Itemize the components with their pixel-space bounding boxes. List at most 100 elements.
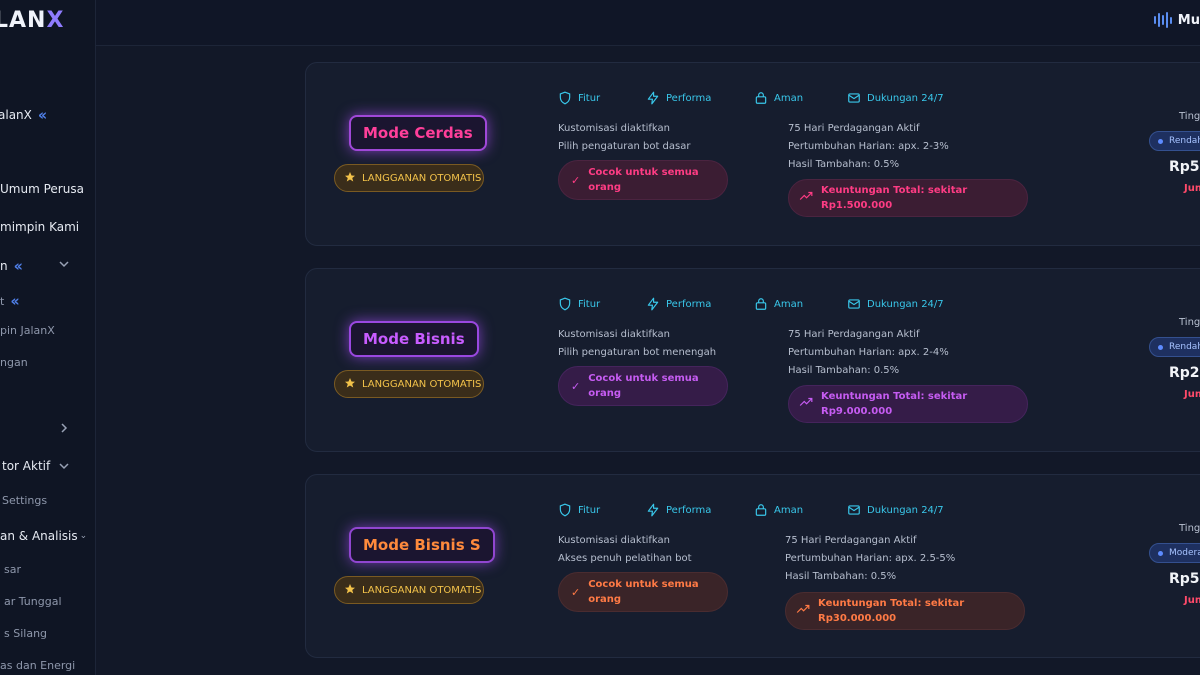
config-line: Pilih pengaturan bot menengah (558, 347, 717, 358)
subscription-badge: LANGGANAN OTOMATIS (334, 164, 484, 192)
feature-label: Aman (774, 92, 804, 104)
star-icon (344, 583, 356, 598)
feature-aman: Aman (754, 297, 847, 311)
profit-amount: Rp9.000.000 (821, 406, 893, 417)
sidebar-item-tunggal[interactable]: ar Tunggal (4, 595, 62, 608)
fit-line: Cocok untuk semua (588, 373, 699, 384)
feature-fitur: Fitur (558, 91, 646, 105)
dot-icon (1158, 550, 1163, 556)
feature-row: Fitur Performa Aman Dukungan 24/7 (558, 503, 944, 517)
lock-icon (754, 297, 768, 311)
sidebar-item-pin-jalanx[interactable]: pin JalanX (0, 324, 55, 337)
sidebar-item-sub[interactable]: t ‹‹ (0, 292, 20, 310)
logo[interactable]: LANX (0, 8, 64, 33)
trading-info: 75 Hari Perdagangan Aktif Pertumbuhan Ha… (785, 532, 955, 586)
lightning-icon (646, 503, 660, 517)
sidebar-item-label: ngan (0, 356, 28, 369)
sidebar-item-silang[interactable]: s Silang (4, 627, 47, 640)
lock-icon (754, 91, 768, 105)
sidebar-item-jalanx[interactable]: alanX ‹‹ (0, 106, 48, 124)
amount-label: Jum (1184, 389, 1200, 400)
star-icon (344, 171, 356, 186)
price: Rp5.00 (1169, 571, 1200, 587)
header-brand[interactable]: Mu (1153, 12, 1200, 28)
risk-badge: Rendah- (1149, 337, 1200, 357)
risk-label: Rendah- (1169, 136, 1200, 146)
feature-label: Performa (666, 92, 712, 104)
mode-title: Mode Bisnis (349, 321, 479, 357)
trading-line: Pertumbuhan Harian: apx. 2-4% (788, 347, 949, 358)
plan-card-0: Mode Cerdas LANGGANAN OTOMATIS Fitur Per… (305, 62, 1200, 246)
profit-amount: Rp1.500.000 (821, 200, 893, 211)
trading-info: 75 Hari Perdagangan Aktif Pertumbuhan Ha… (788, 120, 949, 174)
feature-dukungan: Dukungan 24/7 (847, 297, 944, 311)
mode-title-text: Mode Cerdas (363, 124, 473, 142)
mode-title-text: Mode Bisnis S (363, 536, 481, 554)
risk-label: Moderat (1169, 548, 1200, 558)
top-header: Mu (96, 0, 1200, 46)
trading-line: 75 Hari Perdagangan Aktif (785, 535, 917, 546)
fit-line: orang (588, 182, 622, 193)
equalizer-icon (1153, 12, 1172, 28)
profit-line: Keuntungan Total: sekitar (818, 598, 965, 609)
sidebar-item-label: t (0, 294, 5, 308)
feature-performa: Performa (646, 297, 754, 311)
config-line: Pilih pengaturan bot dasar (558, 141, 691, 152)
shield-icon (558, 297, 572, 311)
subscription-label: LANGGANAN OTOMATIS (362, 172, 482, 184)
trend-up-icon (796, 604, 810, 619)
trend-up-icon (799, 191, 813, 206)
config-line: Kustomisasi diaktifkan (558, 123, 671, 134)
trading-line: Hasil Tambahan: 0.5% (788, 159, 900, 170)
sidebar-item-operator-aktif[interactable]: tor Aktif (2, 459, 50, 473)
logo-text: LAN (0, 8, 47, 33)
sidebar-item-analisis[interactable]: an & Analisis ⌄ (0, 529, 87, 543)
mail-icon (847, 91, 861, 105)
feature-label: Dukungan 24/7 (867, 92, 944, 104)
sidebar-item-ngan[interactable]: ngan (0, 356, 28, 369)
feature-dukungan: Dukungan 24/7 (847, 91, 944, 105)
profit-badge: Keuntungan Total: sekitar Rp1.500.000 (788, 179, 1028, 217)
price: Rp2.50 (1169, 365, 1200, 381)
trading-info: 75 Hari Perdagangan Aktif Pertumbuhan Ha… (788, 326, 949, 380)
feature-row: Fitur Performa Aman Dukungan 24/7 (558, 91, 944, 105)
dot-icon (1158, 344, 1163, 350)
feature-row: Fitur Performa Aman Dukungan 24/7 (558, 297, 944, 311)
double-chevron-left-icon: ‹‹ (37, 106, 48, 124)
sidebar-item-pemimpin-kami[interactable]: mimpin Kami (0, 220, 79, 234)
sidebar-item-sar[interactable]: sar (4, 563, 21, 576)
mode-title: Mode Cerdas (349, 115, 487, 151)
double-chevron-left-icon: ‹‹ (13, 257, 24, 275)
config-info: Kustomisasi diaktifkan Pilih pengaturan … (558, 326, 716, 362)
sidebar-item-umum-perusahaan[interactable]: Umum Perusa (0, 182, 84, 196)
trend-up-icon (799, 397, 813, 412)
fit-badge: ✓ Cocok untuk semua orang (558, 366, 728, 406)
chevron-down-icon[interactable] (58, 460, 70, 472)
chevron-down-icon[interactable] (58, 258, 70, 270)
trading-line: 75 Hari Perdagangan Aktif (788, 123, 920, 134)
profit-line: Keuntungan Total: sekitar (821, 185, 968, 196)
plan-card-2: Mode Bisnis S LANGGANAN OTOMATIS Fitur P… (305, 474, 1200, 658)
sidebar-item-group[interactable]: n ‹‹ (0, 257, 24, 275)
fit-line: Cocok untuk semua (588, 579, 699, 590)
profit-badge: Keuntungan Total: sekitar Rp30.000.000 (785, 592, 1025, 630)
feature-fitur: Fitur (558, 503, 646, 517)
sidebar-item-label: s Silang (4, 627, 48, 640)
subscription-badge: LANGGANAN OTOMATIS (334, 576, 484, 604)
fit-line: Cocok untuk semua (588, 167, 699, 178)
mail-icon (847, 297, 861, 311)
sidebar-item-energi[interactable]: as dan Energi (0, 659, 75, 672)
feature-label: Performa (666, 504, 712, 516)
sidebar-item-label: n (0, 259, 8, 273)
risk-level-label: Tingk (1179, 317, 1200, 328)
feature-dukungan: Dukungan 24/7 (847, 503, 944, 517)
sidebar-item-label: pin JalanX (0, 324, 55, 337)
pricing-column: Tingk Rendah- Rp50 Jum (1134, 63, 1200, 247)
header-brand-label: Mu (1177, 12, 1200, 28)
pricing-column: Tingk Rendah- Rp2.50 Jum (1134, 269, 1200, 453)
fit-line: orang (588, 594, 622, 605)
feature-label: Dukungan 24/7 (867, 298, 944, 310)
chevron-right-icon[interactable] (58, 422, 70, 434)
config-line: Kustomisasi diaktifkan (558, 329, 671, 340)
sidebar-item-settings[interactable]: Settings (2, 494, 47, 507)
